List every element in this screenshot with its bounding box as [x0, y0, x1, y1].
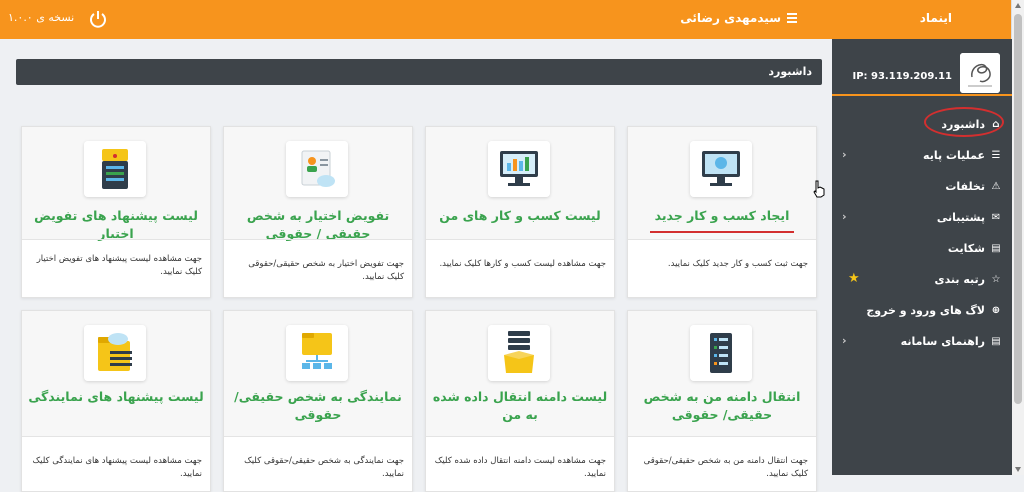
- card-received-domains[interactable]: لیست دامنه انتقال داده شده به من جهت مشا…: [425, 310, 615, 492]
- menu-icon[interactable]: [787, 11, 797, 25]
- card-title: نمایندگی به شخص حقیقی/حقوقی: [234, 389, 402, 422]
- star-icon: ★: [848, 271, 860, 286]
- top-bar: اینماد سیدمهدی رضائی نسخه ی ۱.۰.۰: [0, 0, 1012, 39]
- sidebar-item-login-logs[interactable]: ⊕ لاگ های ورود و خروج: [832, 295, 1012, 326]
- page-scrollbar[interactable]: [1011, 0, 1024, 475]
- box-transfer-icon: [488, 325, 550, 381]
- list-icon: ☰: [991, 150, 1001, 161]
- chevron-left-icon: ‹: [842, 210, 847, 223]
- sidebar-item-basic-operations[interactable]: ☰ عملیات پایه ‹: [832, 140, 1012, 171]
- user-cloud-icon: [286, 141, 348, 197]
- sidebar-item-label: لاگ های ورود و خروج: [866, 304, 985, 317]
- sidebar-item-complaint[interactable]: ▤ شکایت: [832, 233, 1012, 264]
- sidebar-item-label: شکایت: [947, 242, 985, 255]
- sidebar-menu: ⌂ داشبورد ☰ عملیات پایه ‹ ⚠ تخلفات ✉ پشت…: [832, 107, 1012, 357]
- folder-list-icon: [84, 141, 146, 197]
- scroll-down-icon[interactable]: [1015, 467, 1021, 472]
- sidebar-divider: [832, 94, 1012, 96]
- card-title: لیست پیشنهاد های نمایندگی: [28, 389, 204, 404]
- sidebar-item-label: رتبه بندی: [934, 273, 985, 286]
- sidebar-item-label: تخلفات: [945, 180, 985, 193]
- power-icon[interactable]: [88, 9, 108, 29]
- sidebar: IP: 93.119.209.11 ⌂ داشبورد ☰ عملیات پای…: [832, 39, 1012, 475]
- card-description: جهت انتقال دامنه من به شخص حقیقی/حقوقی ک…: [643, 456, 808, 479]
- page-title-bar: داشبورد: [16, 59, 822, 85]
- sidebar-item-dashboard[interactable]: ⌂ داشبورد: [832, 107, 1012, 140]
- monitor-upload-icon: [690, 141, 752, 197]
- folder-network-icon: [286, 325, 348, 381]
- user-menu[interactable]: سیدمهدی رضائی: [680, 11, 797, 25]
- card-description: جهت مشاهده لیست پیشنهاد های نمایندگی کلی…: [32, 456, 202, 479]
- warning-icon: ⚠: [991, 181, 1001, 192]
- user-name: سیدمهدی رضائی: [680, 11, 781, 25]
- server-list-icon: [690, 325, 752, 381]
- file-icon: ▤: [991, 243, 1001, 254]
- card-title: تفویض اختیار به شخص حقیقی / حقوقی: [246, 208, 390, 241]
- plus-circle-icon: ⊕: [991, 305, 1001, 316]
- sidebar-item-guide[interactable]: ▤ راهنمای سامانه ‹: [832, 326, 1012, 357]
- sidebar-item-label: راهنمای سامانه: [900, 335, 985, 348]
- scroll-up-icon[interactable]: [1015, 3, 1021, 8]
- card-new-business[interactable]: ایجاد کسب و کار جدید جهت ثبت کسب و کار ج…: [627, 126, 817, 298]
- monitor-chart-icon: [488, 141, 550, 197]
- ip-address: IP: 93.119.209.11: [852, 71, 952, 82]
- card-title: لیست پیشنهاد های تفویض اختیار: [34, 208, 198, 241]
- card-representation-offers[interactable]: لیست پیشنهاد های نمایندگی جهت مشاهده لیس…: [21, 310, 211, 492]
- card-title: ایجاد کسب و کار جدید: [654, 208, 790, 223]
- card-title: لیست دامنه انتقال داده شده به من: [432, 389, 608, 422]
- page-title: داشبورد: [768, 65, 812, 78]
- chat-icon: ✉: [991, 212, 1001, 223]
- card-delegation-offers[interactable]: لیست پیشنهاد های تفویض اختیار جهت مشاهده…: [21, 126, 211, 298]
- app-brand[interactable]: اینماد: [920, 11, 952, 25]
- card-transfer-domain[interactable]: انتقال دامنه من به شخص حقیقی/ حقوقی جهت …: [627, 310, 817, 492]
- version-label: نسخه ی ۱.۰.۰: [8, 11, 75, 24]
- card-delegate-authority[interactable]: تفویض اختیار به شخص حقیقی / حقوقی جهت تف…: [223, 126, 413, 298]
- sidebar-item-label: عملیات پایه: [923, 149, 985, 162]
- card-description: جهت مشاهده لیست دامنه انتقال داده شده کل…: [434, 456, 606, 479]
- chevron-left-icon: ‹: [842, 334, 847, 347]
- card-my-businesses[interactable]: لیست کسب و کار های من جهت مشاهده لیست کس…: [425, 126, 615, 298]
- card-description: جهت مشاهده لیست کسب و کارها کلیک نمایید.: [439, 259, 606, 269]
- card-representation[interactable]: نمایندگی به شخص حقیقی/حقوقی جهت نمایندگی…: [223, 310, 413, 492]
- annotation-circle: [924, 107, 1004, 137]
- sidebar-item-rating[interactable]: ☆ رتبه بندی ★: [832, 264, 1012, 295]
- hand-cursor-icon: [813, 180, 825, 198]
- folder-cloud-icon: [84, 325, 146, 381]
- main-content: داشبورد ایجاد کسب و کار جدید جهت ثبت کسب…: [0, 39, 832, 492]
- doc-icon: ▤: [991, 336, 1001, 347]
- annotation-underline: [650, 231, 794, 233]
- card-description: جهت ثبت کسب و کار جدید کلیک نمایید.: [667, 259, 808, 269]
- star-outline-icon: ☆: [991, 274, 1001, 285]
- card-title: انتقال دامنه من به شخص حقیقی/ حقوقی: [643, 389, 801, 422]
- card-title: لیست کسب و کار های من: [439, 208, 601, 223]
- card-description: جهت نمایندگی به شخص حقیقی/حقوقی کلیک نما…: [244, 456, 404, 479]
- card-description: جهت تفویض اختیار به شخص حقیقی/حقوقی کلیک…: [248, 259, 404, 282]
- scrollbar-thumb[interactable]: [1014, 14, 1022, 404]
- sidebar-item-label: پشتیبانی: [936, 211, 985, 224]
- sidebar-item-violations[interactable]: ⚠ تخلفات: [832, 171, 1012, 202]
- chevron-left-icon: ‹: [842, 148, 847, 161]
- enamad-logo: [960, 53, 1000, 93]
- sidebar-item-support[interactable]: ✉ پشتیبانی ‹: [832, 202, 1012, 233]
- card-description: جهت مشاهده لیست پیشنهاد های تفویض اختیار…: [36, 254, 202, 277]
